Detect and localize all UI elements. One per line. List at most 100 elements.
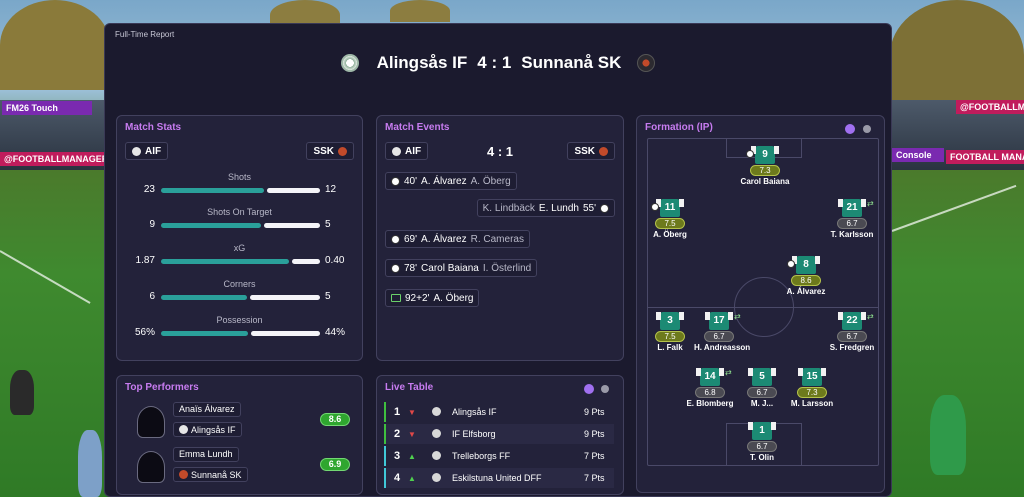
trend-up-icon: ▲ xyxy=(408,452,416,461)
stat-away-value: 44% xyxy=(325,327,346,338)
formation-player[interactable]: 8 8.6 A. Álvarez xyxy=(781,256,831,296)
stat-away-value: 0.40 xyxy=(325,255,345,266)
player-shirt: 21 xyxy=(838,199,866,217)
performer-row[interactable]: Anaïs Álvarez Alingsås IF 8.6 xyxy=(137,402,362,442)
table-position: 3 xyxy=(394,450,401,462)
performer-row[interactable]: Emma Lundh Sunnanå SK 6.9 xyxy=(137,447,362,487)
player-shirt: 5 xyxy=(748,368,776,386)
player-rating: 6.7 xyxy=(747,387,777,398)
formation-player[interactable]: 9 7.3 Carol Baiana xyxy=(740,146,790,186)
formation-toggle-active[interactable] xyxy=(845,124,855,134)
formation-pitch xyxy=(647,138,879,466)
player-name: A. Álvarez xyxy=(786,287,826,296)
stat-row: 56% 44% xyxy=(117,327,362,339)
away-abbr: SSK xyxy=(313,145,334,157)
stat-home-value: 9 xyxy=(149,219,155,230)
table-points: 7 Pts xyxy=(584,451,605,461)
ad-banner: FOOTBALL MANA xyxy=(946,150,1024,164)
window-title: Full-Time Report xyxy=(115,30,175,39)
stat-home-value: 56% xyxy=(134,327,155,338)
player-rating: 6.7 xyxy=(747,441,777,452)
player-name: M. Larsson xyxy=(790,399,834,408)
stat-home-value: 1.87 xyxy=(135,255,155,266)
player-shirt: 3 xyxy=(656,312,684,330)
live-table-card: Live Table 1 ▼ Alingsås IF 9 Pts 2 ▼ IF Elfsbo… xyxy=(376,375,624,495)
performer-rating: 8.6 xyxy=(320,413,350,426)
away-team-pill: SSK xyxy=(567,142,615,160)
substitution-arrow-icon: ⇄ xyxy=(867,312,874,321)
position-marker xyxy=(384,424,386,444)
player-rating: 7.3 xyxy=(750,165,780,176)
table-team-name: Trelleborgs FF xyxy=(452,451,511,461)
away-crest-icon xyxy=(599,146,608,156)
home-team-pill: AIF xyxy=(125,142,169,160)
event-item[interactable]: 40' A. Álvarez A. Öberg xyxy=(385,172,517,190)
event-minute: 92+2' xyxy=(405,292,430,304)
table-row[interactable]: 1 ▼ Alingsås IF 9 Pts xyxy=(384,402,614,422)
table-row[interactable]: 3 ▲ Trelleborgs FF 7 Pts xyxy=(384,446,614,466)
player-avatar xyxy=(137,451,165,483)
player-name: H. Andreasson xyxy=(694,343,751,352)
stat-row: 23 12 xyxy=(117,184,362,196)
performer-club: Alingsås IF xyxy=(173,422,242,437)
player-shirt: 8 xyxy=(792,256,820,274)
full-time-report-panel: Full-Time Report Alingsås IF 4 : 1 Sunna… xyxy=(104,23,892,497)
club-name: Alingsås IF xyxy=(191,424,236,435)
formation-player[interactable]: 21 6.7 T. Karlsson ⇄ xyxy=(827,199,877,239)
stat-row: 1.87 0.40 xyxy=(117,255,362,267)
player-name: E. Blomberg xyxy=(686,399,734,408)
performer-name: Emma Lundh xyxy=(173,447,239,462)
match-header: Alingsås IF 4 : 1 Sunnanå SK xyxy=(105,50,891,76)
stat-home-bar xyxy=(161,259,289,264)
player-name: L. Falk xyxy=(657,343,683,352)
position-marker xyxy=(384,468,386,488)
table-toggle-active[interactable] xyxy=(584,384,594,394)
stat-away-bar xyxy=(264,223,320,228)
player-shirt: 17 xyxy=(705,312,733,330)
formation-player[interactable]: 11 7.5 A. Öberg xyxy=(645,199,695,239)
table-row[interactable]: 2 ▼ IF Elfsborg 9 Pts xyxy=(384,424,614,444)
formation-card: Formation (IP) 9 7.3 Carol Baiana 11 7.5 A. Ö… xyxy=(636,115,885,493)
table-team-name: Eskilstuna United DFF xyxy=(452,473,542,483)
substitution-icon xyxy=(391,294,401,302)
team-crest-icon xyxy=(432,407,441,416)
live-table-title: Live Table xyxy=(385,382,434,393)
stat-away-value: 5 xyxy=(325,219,331,230)
formation-player[interactable]: 5 6.7 M. J... xyxy=(737,368,787,408)
event-assist: A. Öberg xyxy=(470,175,511,187)
player-name: A. Öberg xyxy=(653,230,687,239)
table-row[interactable]: 4 ▲ Eskilstuna United DFF 7 Pts xyxy=(384,468,614,488)
formation-player[interactable]: 3 7.5 L. Falk xyxy=(645,312,695,352)
table-toggle[interactable] xyxy=(601,385,609,393)
player-shirt: 14 xyxy=(696,368,724,386)
ad-banner: FM26 Touch xyxy=(2,101,92,115)
event-item[interactable]: 69' A. Álvarez R. Cameras xyxy=(385,230,530,248)
player-shirt: 1 xyxy=(748,422,776,440)
event-assist: K. Lindbäck xyxy=(482,202,535,214)
event-minute: 69' xyxy=(404,233,418,245)
football-icon xyxy=(600,203,609,213)
match-events-title: Match Events xyxy=(385,122,450,133)
formation-player[interactable]: 22 6.7 S. Fredgren ⇄ xyxy=(827,312,877,352)
formation-player[interactable]: 15 7.3 M. Larsson xyxy=(787,368,837,408)
position-marker xyxy=(384,446,386,466)
event-minute: 78' xyxy=(404,262,418,274)
formation-toggle[interactable] xyxy=(863,125,871,133)
club-crest-icon xyxy=(179,425,188,434)
stat-label: Shots xyxy=(227,172,251,182)
performer-name: Anaïs Álvarez xyxy=(173,402,241,417)
substitution-arrow-icon: ⇄ xyxy=(734,312,741,321)
formation-player[interactable]: 17 6.7 H. Andreasson ⇄ xyxy=(694,312,751,352)
player-rating: 6.7 xyxy=(704,331,734,342)
stat-row: 65 xyxy=(117,291,362,303)
stat-label: Possession xyxy=(216,315,263,325)
table-position: 2 xyxy=(394,428,401,440)
event-item[interactable]: K. Lindbäck E. Lundh 55' xyxy=(476,199,615,217)
formation-player[interactable]: 14 6.8 E. Blomberg ⇄ xyxy=(685,368,735,408)
formation-player[interactable]: 1 6.7 T. Olin xyxy=(737,422,787,462)
event-item[interactable]: 78' Carol Baiana I. Österlind xyxy=(385,259,538,277)
event-item[interactable]: 92+2' A. Öberg xyxy=(385,289,480,307)
player-shirt: 15 xyxy=(798,368,826,386)
player-shirt: 9 xyxy=(751,146,779,164)
table-team-name: Alingsås IF xyxy=(452,407,497,417)
